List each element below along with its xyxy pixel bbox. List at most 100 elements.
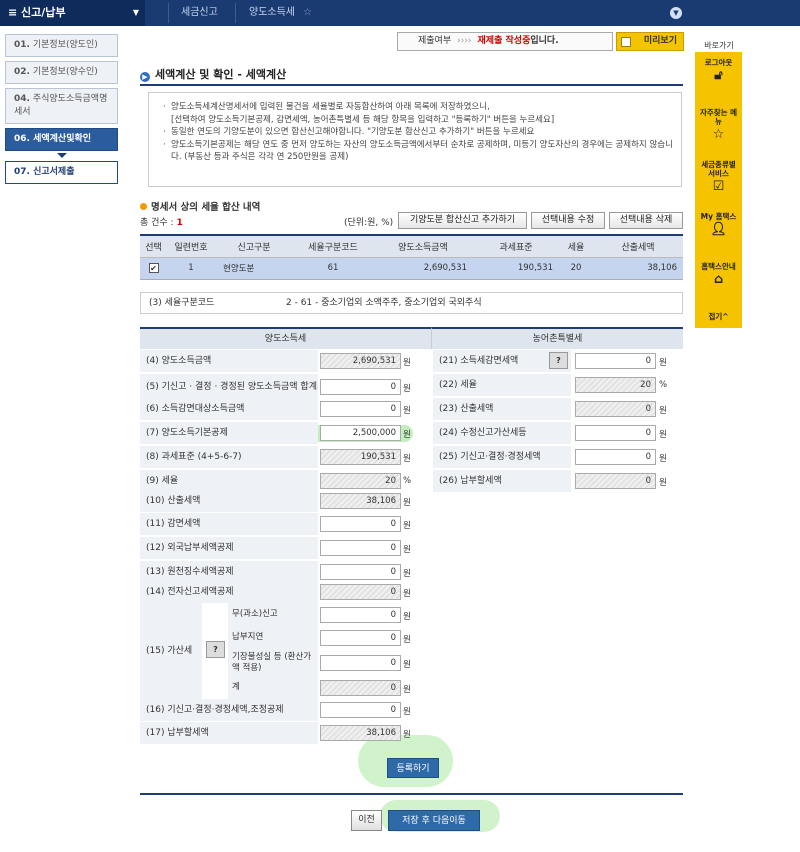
add-prior-transfer-button[interactable]: 기양도분 합산신고 추가하기 — [398, 212, 527, 229]
column-header: 선택 — [140, 234, 167, 258]
amount-input[interactable]: 0 — [320, 401, 401, 417]
unit-label: 원 — [403, 730, 411, 740]
page-title: ▶ 세액계산 및 확인 - 세액계산 — [140, 66, 286, 82]
income-tax-row: (12) 외국납부세액공제 0 원 — [140, 537, 432, 559]
row-checkbox[interactable]: ✔ — [148, 262, 159, 273]
rural-tax-row: (25) 기신고·결정·경정세액 0 원 — [433, 446, 683, 468]
amount-input[interactable]: 0 — [320, 606, 401, 623]
step-sidebar: 01. 기본정보(양도인) 02. 기본정보(양수인) 04. 주식양도소득금액… — [5, 34, 118, 188]
unit-label: 원 — [403, 545, 411, 555]
amount-input: 20 — [575, 377, 656, 393]
amount-input[interactable]: 0 — [575, 449, 656, 465]
amount-input: 190,531 — [320, 449, 401, 465]
income-tax-row: (16) 기신고·결정·경정세액,조정공제 0 원 — [140, 699, 432, 721]
amount-input[interactable]: 0 — [320, 379, 401, 395]
unit-label: 원 — [403, 384, 411, 394]
delete-selected-button[interactable]: 선택내용 삭제 — [609, 212, 683, 229]
table-row[interactable]: ✔ 1 현양도분 61 2,690,531 190,531 20 38,106 — [140, 257, 683, 280]
field-label: (13) 원천징수세액공제 — [140, 561, 318, 583]
notice-item: 양도소득기본공제는 해당 연도 중 먼저 양도하는 자산의 양도소득금액에서부터… — [163, 139, 673, 164]
income-tax-row: (8) 과세표준 (4+5-6-7) 190,531 원 — [140, 446, 432, 468]
penalty-label: (15) 가산세 — [140, 603, 202, 699]
rural-special-tax-header: 농어촌특별세 — [432, 327, 683, 349]
main-menu-button[interactable]: ≡ 신고/납부 ▼ — [0, 0, 145, 26]
step-basic-info-seller[interactable]: 01. 기본정보(양도인) — [5, 34, 118, 57]
step-arrow-icon — [56, 153, 67, 158]
field-label: (12) 외국납부세액공제 — [140, 537, 318, 559]
favorite-menu-link[interactable]: 자주찾는 메뉴 ☆ — [697, 108, 740, 142]
amount-input[interactable]: 0 — [320, 629, 401, 646]
column-header: 양도소득금액 — [373, 234, 473, 258]
rural-tax-row: (22) 세율 20 % — [433, 374, 683, 396]
breadcrumb-capital-gains-tax[interactable]: 양도소득세 — [249, 0, 295, 26]
menu-dropdown-icon[interactable]: ▼ — [133, 0, 139, 26]
preview-button[interactable]: 미리보기 — [616, 32, 684, 51]
unit-label: 원 — [659, 358, 667, 368]
income-tax-row: (9) 세율 20 % — [140, 470, 432, 492]
hometax-guide-link[interactable]: 홈택스안내 ⌂ — [697, 262, 740, 287]
edit-selected-button[interactable]: 선택내용 수정 — [531, 212, 605, 229]
field-label: (23) 산출세액 — [433, 398, 571, 420]
prev-button[interactable]: 이전 — [351, 810, 382, 831]
bullet-icon — [140, 203, 147, 210]
unit-label: 원 — [403, 589, 411, 599]
rural-tax-row: (24) 수정신고가산세등 0 원 — [433, 422, 683, 444]
breadcrumb-tax-filing[interactable]: 세금신고 — [181, 0, 218, 26]
home-icon: ⌂ — [713, 272, 724, 287]
field-label: (6) 소득감면대상소득금액 — [140, 398, 318, 420]
amount-input[interactable]: 0 — [320, 540, 401, 556]
help-button[interactable]: ? — [206, 641, 225, 658]
unit-label: % — [659, 380, 668, 390]
unit-label: 원 — [403, 634, 411, 645]
amount-input[interactable]: 0 — [320, 654, 401, 671]
step-tax-calculation[interactable]: 06. 세액계산및확인 — [5, 128, 118, 151]
step-submit-return[interactable]: 07. 신고서제출 — [5, 161, 118, 184]
rural-tax-row: (21) 소득세감면세액 ? 0 원 — [433, 350, 683, 372]
help-button[interactable]: ? — [549, 352, 568, 369]
income-tax-row: (4) 양도소득금액 2,690,531 원 — [140, 350, 432, 372]
unit-label: % — [403, 476, 412, 486]
field-label: 계 — [232, 682, 240, 692]
amount-input[interactable]: 2,500,000 — [320, 425, 401, 441]
penalty-row: 납부지연 0 원 — [228, 626, 432, 649]
amount-input[interactable]: 0 — [575, 425, 656, 441]
divider — [168, 3, 169, 23]
unit-label: 원 — [403, 611, 411, 622]
income-tax-row: (11) 감면세액 0 원 — [140, 513, 432, 535]
unit-label: 원 — [403, 406, 411, 416]
amount-input[interactable]: 0 — [320, 702, 401, 718]
amount-input: 0 — [575, 401, 656, 417]
field-label: (9) 세율 — [140, 470, 318, 492]
field-label: (5) 기신고 · 결정 · 경정된 양도소득금액 합계 — [140, 374, 318, 400]
step-basic-info-buyer[interactable]: 02. 기본정보(양수인) — [5, 61, 118, 84]
logout-link[interactable]: 로그아웃 🔓︎ — [697, 58, 740, 83]
notice-item: 동일한 연도의 기양도분이 있으면 합산신고해야합니다. "기양도분 합산신고 … — [163, 126, 673, 139]
unit-label: 원 — [403, 569, 411, 579]
person-icon: 👤︎ — [710, 222, 727, 237]
field-label: (16) 기신고·결정·경정세액,조정공제 — [140, 699, 318, 721]
column-header: 과세표준 — [473, 234, 559, 258]
step-stock-gain-statement[interactable]: 04. 주식양도소득금액명세서 — [5, 88, 118, 124]
unit-label: 원 — [403, 454, 411, 464]
collapse-chevron-icon[interactable]: ▼ — [670, 7, 682, 19]
amount-input[interactable]: 0 — [320, 516, 401, 532]
collapse-link[interactable]: 접기^ — [697, 312, 740, 321]
field-label: (10) 산출세액 — [140, 490, 318, 512]
amount-input[interactable]: 0 — [575, 353, 656, 369]
divider — [140, 793, 683, 795]
favorite-star-icon[interactable]: ☆ — [303, 0, 312, 26]
my-hometax-link[interactable]: My 홈택스 👤︎ — [697, 212, 740, 237]
register-button[interactable]: 등록하기 — [387, 758, 439, 778]
amount-input[interactable]: 0 — [320, 564, 401, 580]
amount-input: 38,106 — [320, 493, 401, 509]
penalty-row: 기장불성실 등 (환산가액 적용) 0 원 — [228, 649, 432, 676]
tax-service-link[interactable]: 세금종류별 서비스 ☑ — [697, 160, 740, 194]
field-label: (11) 감면세액 — [140, 513, 318, 535]
column-header: 신고구분 — [215, 234, 293, 258]
amount-input: 38,106 — [320, 725, 401, 741]
unit-label: 원 — [659, 478, 667, 488]
save-and-next-button[interactable]: 저장 후 다음이동 — [388, 810, 480, 831]
top-nav-bar: ≡ 신고/납부 ▼ 세금신고 양도소득세 ☆ ▼ — [0, 0, 800, 26]
unit-label: (단위:원, %) — [344, 218, 394, 228]
income-tax-row: (10) 산출세액 38,106 원 — [140, 490, 432, 512]
